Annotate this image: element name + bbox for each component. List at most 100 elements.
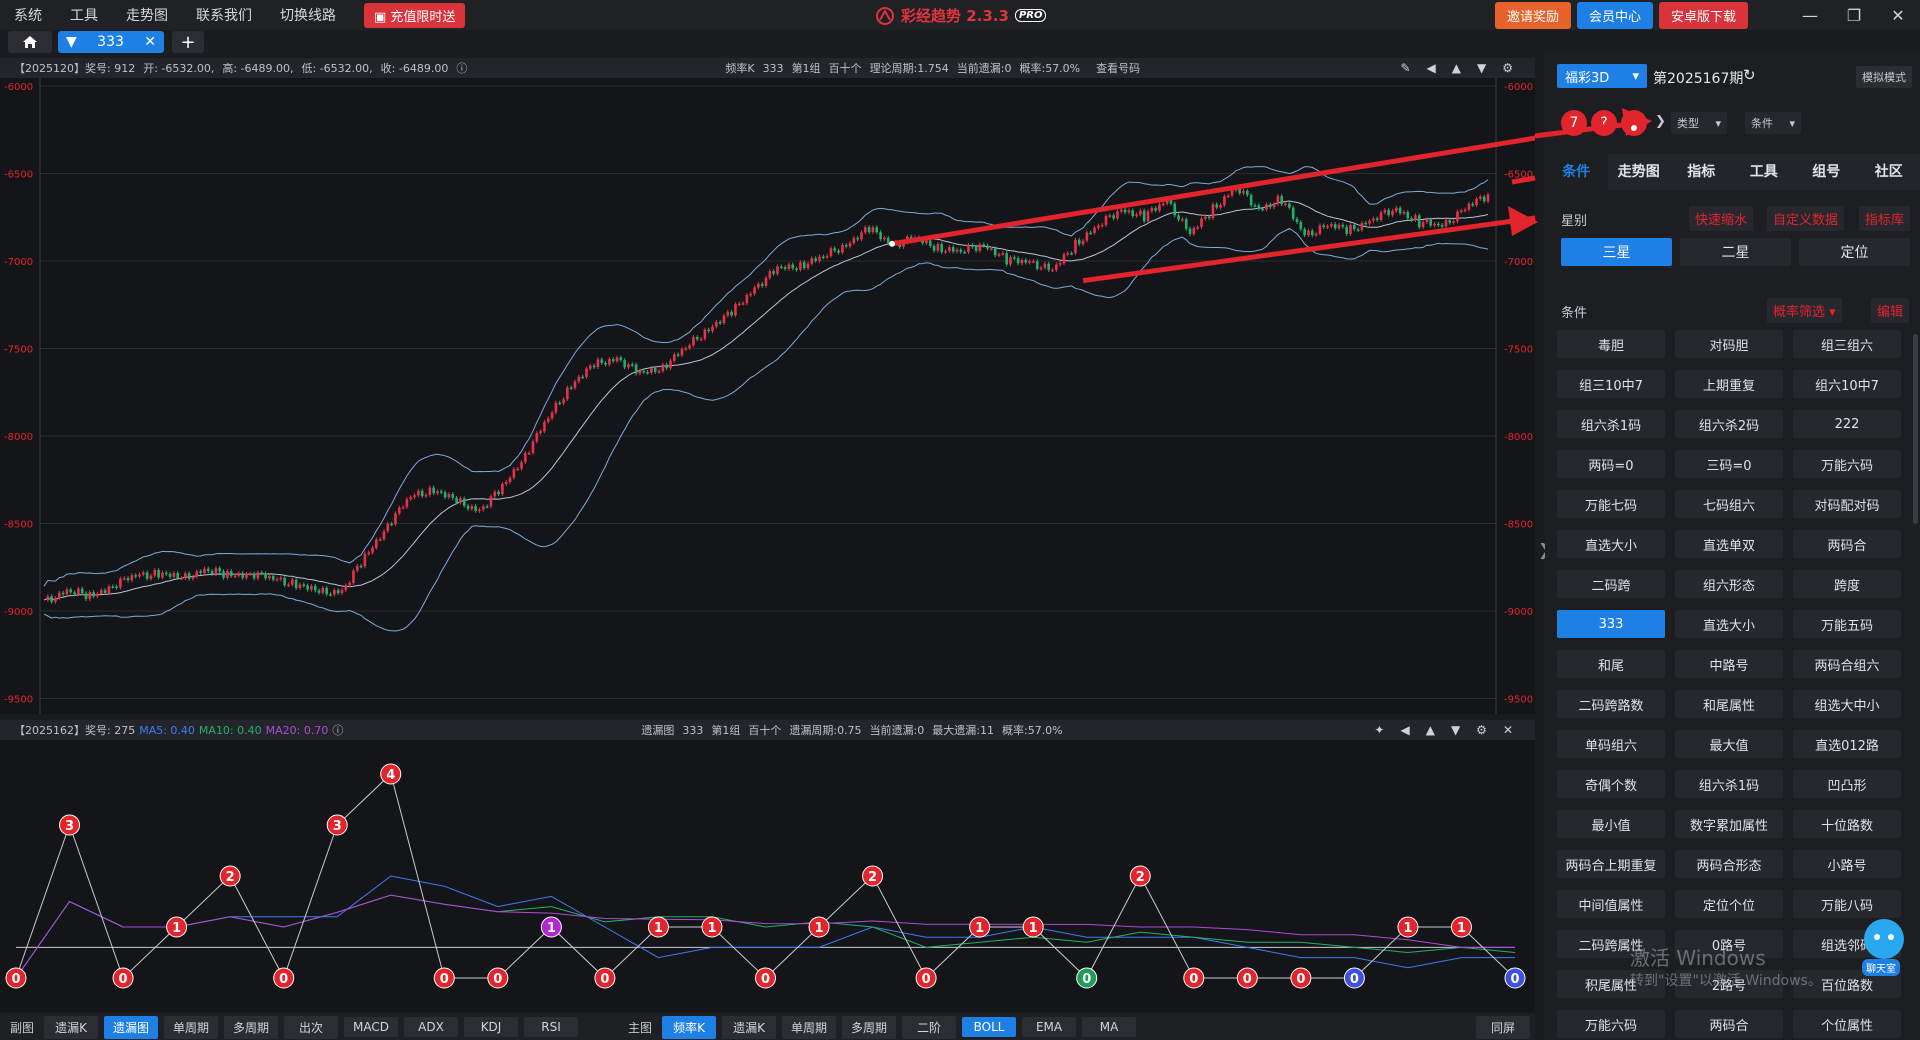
condition-button[interactable]: 凹凸形 xyxy=(1793,770,1901,798)
probability-filter-select[interactable]: 概率筛选 ▾ xyxy=(1767,298,1842,323)
condition-button[interactable]: 单码组六 xyxy=(1557,730,1665,758)
condition-button[interactable]: 毒胆 xyxy=(1557,330,1665,358)
view-numbers-link[interactable]: 查看号码 xyxy=(1096,60,1140,76)
condition-button[interactable]: 和尾属性 xyxy=(1675,690,1783,718)
star-two[interactable]: 二星 xyxy=(1680,238,1791,266)
condition-button[interactable]: 万能六码 xyxy=(1557,1010,1665,1038)
sub-btn-kdj[interactable]: KDJ xyxy=(464,1017,519,1037)
sub-btn-adx[interactable]: ADX xyxy=(404,1017,459,1037)
sub-btn-macd[interactable]: MACD xyxy=(344,1017,399,1037)
custom-data-link[interactable]: 自定义数据 xyxy=(1767,206,1845,231)
condition-button[interactable]: 组六形态 xyxy=(1675,570,1783,598)
simulation-mode-button[interactable]: 模拟模式 xyxy=(1856,66,1912,88)
chevron-right-icon[interactable]: ❯ xyxy=(1655,114,1666,129)
edit-icon[interactable]: ✎ xyxy=(1400,61,1410,75)
minimize-icon[interactable]: — xyxy=(1788,6,1832,25)
menu-tools[interactable]: 工具 xyxy=(70,5,98,25)
scrollbar-thumb[interactable] xyxy=(1913,334,1918,524)
condition-button[interactable]: 组六杀1码 xyxy=(1557,410,1665,438)
number-ball[interactable]: 2 xyxy=(1621,110,1647,136)
refresh-icon[interactable]: ↻ xyxy=(1743,66,1756,84)
condition-button[interactable]: 万能六码 xyxy=(1793,450,1901,478)
condition-button[interactable]: 七码组六 xyxy=(1675,490,1783,518)
condition-button[interactable]: 直选大小 xyxy=(1557,530,1665,558)
condition-button[interactable]: 最大值 xyxy=(1675,730,1783,758)
condition-button[interactable]: 222 xyxy=(1793,410,1901,438)
invite-button[interactable]: 邀请奖励 xyxy=(1494,1,1571,29)
tab-group-numbers[interactable]: 组号 xyxy=(1795,154,1858,190)
condition-button[interactable]: 定位个位 xyxy=(1675,890,1783,918)
settings-icon[interactable]: ⚙ xyxy=(1476,723,1487,737)
up-icon[interactable]: ▲ xyxy=(1426,723,1435,737)
close-icon[interactable]: ✕ xyxy=(1876,6,1920,25)
home-button[interactable] xyxy=(8,31,52,53)
sub-btn-rsi[interactable]: RSI xyxy=(524,1017,579,1037)
tab-conditions[interactable]: 条件 xyxy=(1545,154,1608,190)
condition-button[interactable]: 直选012路 xyxy=(1793,730,1901,758)
condition-button[interactable]: 组六杀2码 xyxy=(1675,410,1783,438)
condition-button[interactable]: 组六10中7 xyxy=(1793,370,1901,398)
type-select[interactable]: 类型 ▾ xyxy=(1671,112,1727,134)
condition-button[interactable]: 直选大小 xyxy=(1675,610,1783,638)
back-icon[interactable]: ◀ xyxy=(1427,61,1436,75)
android-download-button[interactable]: 安卓版下载 xyxy=(1658,1,1748,29)
menu-switch-line[interactable]: 切换线路 xyxy=(280,5,336,25)
condition-button[interactable]: 333 xyxy=(1557,610,1665,638)
tab-trend-chart[interactable]: 走势图 xyxy=(1608,154,1671,190)
condition-button[interactable]: 万能五码 xyxy=(1793,610,1901,638)
condition-button[interactable]: 两码合组六 xyxy=(1793,650,1901,678)
condition-button[interactable]: 两码合上期重复 xyxy=(1557,850,1665,878)
menu-trend[interactable]: 走势图 xyxy=(126,5,168,25)
down-icon[interactable]: ▼ xyxy=(1477,61,1486,75)
condition-button[interactable]: 十位路数 xyxy=(1793,810,1901,838)
sync-screen-button[interactable]: 同屏 xyxy=(1476,1015,1531,1039)
main-btn-ma[interactable]: MA xyxy=(1082,1017,1137,1037)
condition-button[interactable]: 两码合 xyxy=(1793,530,1901,558)
condition-button[interactable]: 二码跨路数 xyxy=(1557,690,1665,718)
main-chart[interactable]: -6000 -6500 -7000 -7500 -8000 -8500 -9000 -9500… xyxy=(0,78,1648,714)
condition-button[interactable]: 组六杀1码 xyxy=(1675,770,1783,798)
restore-icon[interactable]: ❐ xyxy=(1832,6,1876,25)
star-position[interactable]: 定位 xyxy=(1799,238,1910,266)
chat-room-button[interactable]: 聊天室 xyxy=(1858,915,1910,976)
condition-button[interactable]: 跨度 xyxy=(1793,570,1901,598)
sub-btn-single-period[interactable]: 单周期 xyxy=(164,1015,219,1039)
settings-icon[interactable]: ⚙ xyxy=(1502,61,1513,75)
main-btn-boll[interactable]: BOLL xyxy=(962,1017,1017,1037)
condition-button[interactable]: 奇偶个数 xyxy=(1557,770,1665,798)
back-icon[interactable]: ◀ xyxy=(1400,723,1409,737)
condition-button[interactable]: 直选单双 xyxy=(1675,530,1783,558)
indicator-library-link[interactable]: 指标库 xyxy=(1859,206,1911,231)
condition-button[interactable]: 万能八码 xyxy=(1793,890,1901,918)
menu-contact[interactable]: 联系我们 xyxy=(196,5,252,25)
tab-close-icon[interactable]: ✕ xyxy=(144,34,156,50)
condition-button[interactable]: 两码合形态 xyxy=(1675,850,1783,878)
condition-select[interactable]: 条件 ▾ xyxy=(1745,112,1801,134)
condition-button[interactable]: 小路号 xyxy=(1793,850,1901,878)
condition-button[interactable]: 万能七码 xyxy=(1557,490,1665,518)
condition-button[interactable]: 最小值 xyxy=(1557,810,1665,838)
tab-333[interactable]: ▼ 333 ✕ xyxy=(58,31,164,53)
condition-button[interactable]: 对码胆 xyxy=(1675,330,1783,358)
main-btn-multi-period[interactable]: 多周期 xyxy=(842,1015,897,1039)
number-ball[interactable]: 7 xyxy=(1561,110,1587,136)
condition-button[interactable]: 二码跨 xyxy=(1557,570,1665,598)
number-ball[interactable]: ? xyxy=(1591,110,1617,136)
sub-chart[interactable]: 0 3 0 1 2 0 3 4 0 0 1 0 1 1 0 1 2 0 1 1 0 2 0 0 0 0 1 1 0 xyxy=(0,740,1535,1012)
star-three[interactable]: 三星 xyxy=(1561,238,1672,266)
condition-button[interactable]: 对码配对码 xyxy=(1793,490,1901,518)
condition-button[interactable]: 两码合 xyxy=(1675,1010,1783,1038)
main-btn-second-order[interactable]: 二阶 xyxy=(902,1015,957,1039)
member-center-button[interactable]: 会员中心 xyxy=(1576,1,1653,29)
condition-button[interactable]: 中间值属性 xyxy=(1557,890,1665,918)
up-icon[interactable]: ▲ xyxy=(1452,61,1461,75)
pin-icon[interactable]: ✦ xyxy=(1374,723,1384,737)
close-icon[interactable]: ✕ xyxy=(1503,723,1513,737)
menu-system[interactable]: 系统 xyxy=(14,5,42,25)
help-icon[interactable]: ⓘ xyxy=(456,60,467,76)
tab-indicators[interactable]: 指标 xyxy=(1670,154,1733,190)
promo-button[interactable]: ▣ 充值限时送 xyxy=(364,2,466,28)
condition-button[interactable]: 两码=0 xyxy=(1557,450,1665,478)
condition-button[interactable]: 数字累加属性 xyxy=(1675,810,1783,838)
sub-btn-multi-period[interactable]: 多周期 xyxy=(224,1015,279,1039)
